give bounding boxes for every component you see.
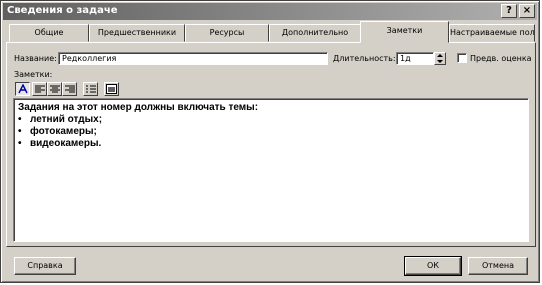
insert-object-icon: [106, 84, 117, 94]
list-item-text: видеокамеры.: [30, 138, 102, 149]
notes-toolbar: [13, 81, 529, 98]
estimate-checkbox[interactable]: [457, 53, 467, 63]
title-bar[interactable]: Сведения о задаче ? ×: [3, 3, 537, 20]
tab-notes[interactable]: Заметки: [360, 21, 449, 43]
align-center-icon: [49, 85, 60, 92]
align-left-button[interactable]: [32, 82, 47, 96]
close-icon: ×: [522, 5, 532, 16]
bullet-icon: •: [18, 138, 22, 149]
spin-up-icon: [437, 54, 443, 57]
duration-label: Длительность:: [333, 54, 396, 63]
align-left-icon: [34, 85, 45, 92]
notes-textarea[interactable]: Задания на этот номер должны включать те…: [13, 98, 529, 242]
list-item-text: летний отдых;: [30, 114, 103, 125]
bullet-icon: •: [18, 126, 22, 137]
estimate-label: Предв. оценка: [470, 54, 532, 63]
bullets-button[interactable]: [83, 82, 98, 96]
tab-predecessors[interactable]: Предшественники: [89, 24, 185, 42]
help-button[interactable]: Справка: [14, 257, 76, 275]
notes-label: Заметки:: [14, 70, 53, 79]
bullets-icon: [85, 85, 96, 92]
help-title-button[interactable]: ?: [501, 4, 517, 18]
insert-object-button[interactable]: [104, 82, 119, 96]
cancel-button[interactable]: Отмена: [468, 257, 528, 275]
font-icon: [17, 84, 28, 94]
task-info-dialog: Сведения о задаче ? × Общие Предшественн…: [0, 0, 540, 283]
window-title: Сведения о задаче: [7, 5, 118, 16]
name-field[interactable]: Редколлегия: [58, 52, 328, 65]
ok-button[interactable]: ОК: [404, 256, 462, 276]
spin-down-icon: [437, 60, 443, 63]
tab-general[interactable]: Общие: [9, 24, 89, 42]
tab-advanced[interactable]: Дополнительно: [269, 24, 361, 42]
font-button[interactable]: [15, 82, 30, 96]
help-icon: ?: [506, 5, 512, 16]
duration-field[interactable]: 1д: [396, 52, 434, 65]
align-center-button[interactable]: [47, 82, 62, 96]
list-item: • летний отдых;: [18, 114, 524, 126]
notes-heading: Задания на этот номер должны включать те…: [18, 102, 259, 113]
bullet-icon: •: [18, 114, 22, 125]
list-item: • видеокамеры.: [18, 138, 524, 150]
list-item: • фотокамеры;: [18, 126, 524, 138]
align-right-button[interactable]: [62, 82, 77, 96]
align-right-icon: [64, 85, 75, 92]
close-title-button[interactable]: ×: [519, 4, 535, 18]
tab-resources[interactable]: Ресурсы: [185, 24, 269, 42]
tab-custom-fields[interactable]: Настраиваемые поля: [449, 24, 535, 42]
list-item-text: фотокамеры;: [30, 126, 97, 137]
name-label: Название:: [14, 54, 57, 63]
duration-spinner[interactable]: [434, 52, 446, 65]
